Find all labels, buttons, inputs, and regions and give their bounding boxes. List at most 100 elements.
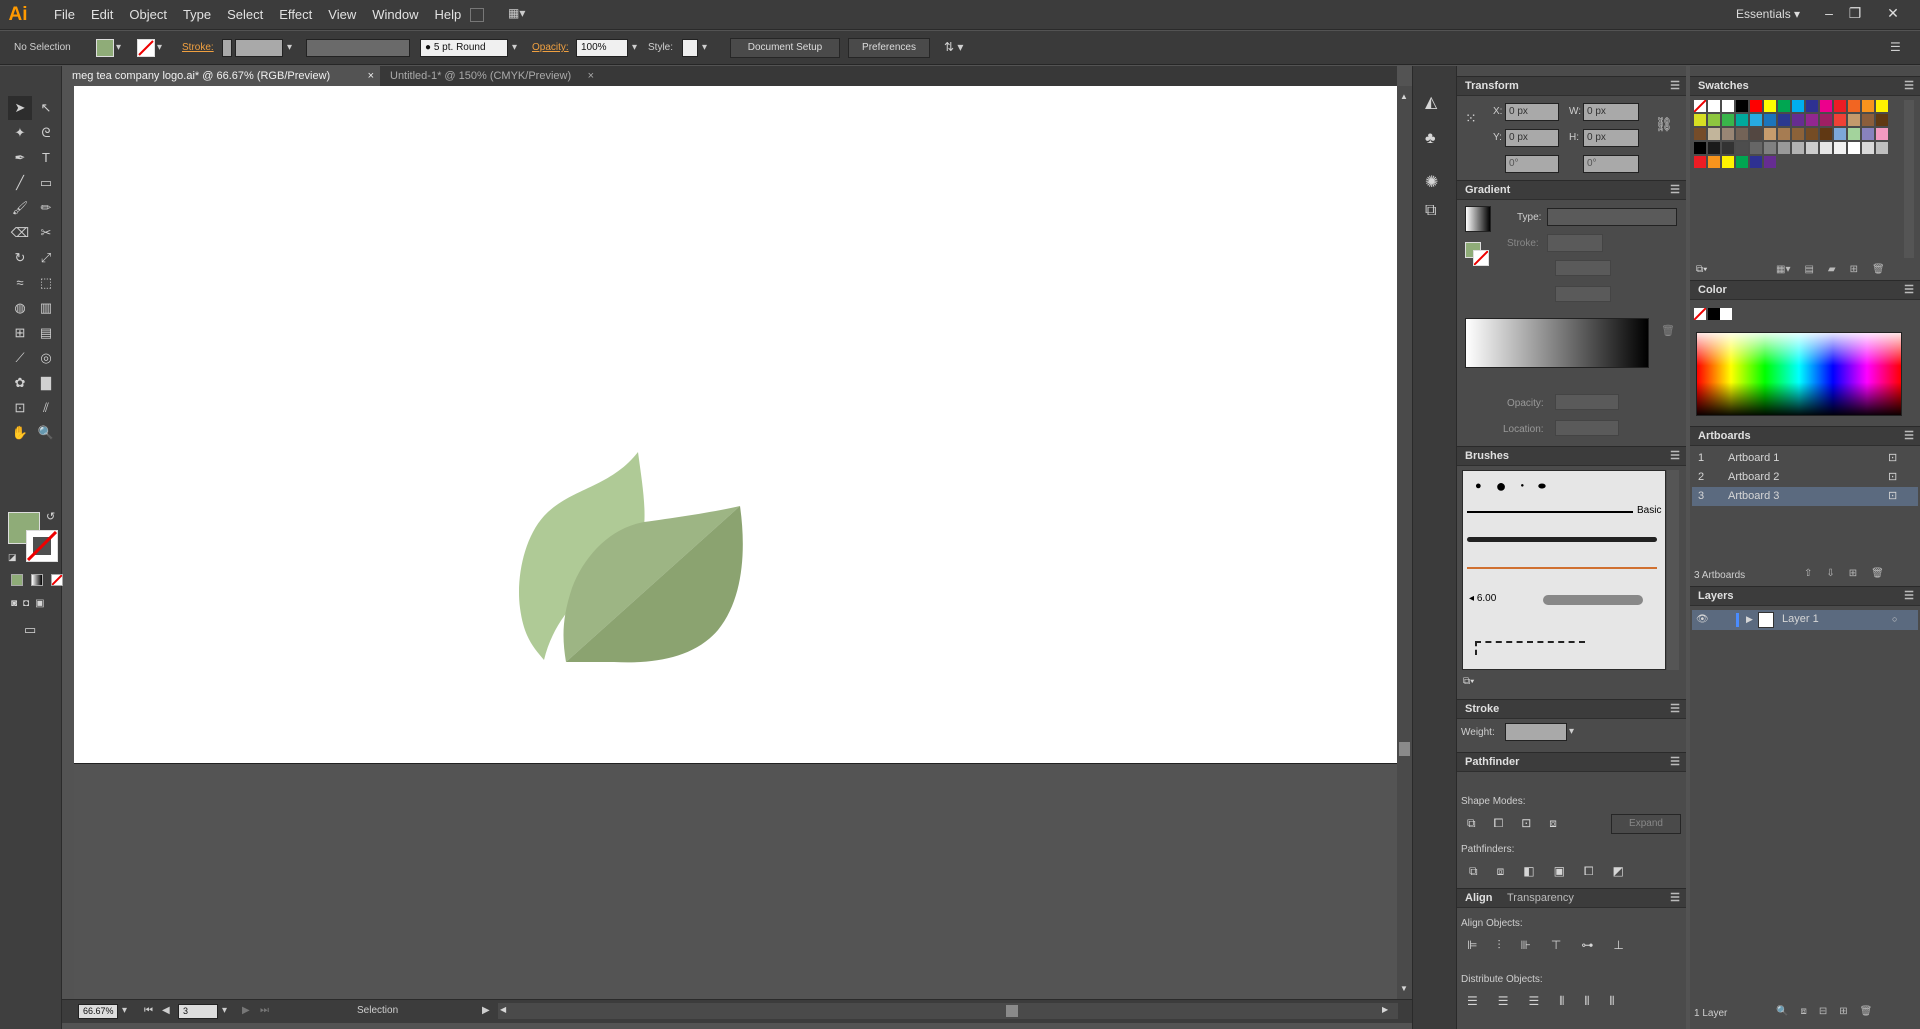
color-black-icon[interactable]: [1708, 308, 1720, 320]
close-icon[interactable]: ✕: [1880, 2, 1906, 24]
brush-dot-icon[interactable]: ●: [1475, 480, 1482, 492]
expand-triangle-icon[interactable]: ▶: [1746, 610, 1753, 629]
scale-tool-icon[interactable]: ⤢: [34, 246, 58, 270]
menu-select[interactable]: Select: [219, 0, 271, 30]
chevron-down-icon[interactable]: ▾: [116, 42, 121, 53]
color-swatch[interactable]: [1834, 100, 1846, 112]
brush-oval-icon[interactable]: ⬬: [1538, 481, 1546, 492]
panel-menu-icon[interactable]: ☰: [1890, 40, 1901, 54]
color-none-icon[interactable]: [1693, 307, 1707, 321]
stroke-weight-field[interactable]: [235, 39, 283, 57]
panel-menu-icon[interactable]: ☰: [1670, 889, 1680, 908]
previous-artboard-icon[interactable]: ◀: [162, 1005, 170, 1016]
calligraphic-brushes-row[interactable]: ● ● ● ⬬: [1463, 471, 1665, 501]
none-swatch[interactable]: [1693, 99, 1707, 113]
intersect-icon[interactable]: ⊡: [1521, 816, 1531, 831]
unite-icon[interactable]: ⧉: [1467, 816, 1476, 831]
hand-tool-icon[interactable]: ✋: [8, 421, 32, 445]
merge-icon[interactable]: ◧: [1523, 864, 1534, 879]
artboard[interactable]: [74, 86, 1397, 764]
perspective-grid-tool-icon[interactable]: ▥: [34, 296, 58, 320]
panel-menu-icon[interactable]: ☰: [1904, 427, 1914, 446]
paintbrush-tool-icon[interactable]: 🖌: [8, 196, 32, 220]
color-swatch[interactable]: [1778, 142, 1790, 154]
brushes-panel-header[interactable]: Brushes ☰: [1457, 446, 1686, 466]
graph-tool-icon[interactable]: ▇: [34, 371, 58, 395]
swatches-panel-header[interactable]: Swatches ☰: [1690, 76, 1920, 96]
chevron-down-icon[interactable]: ▾: [632, 42, 637, 53]
color-swatch[interactable]: [1694, 114, 1706, 126]
color-swatch[interactable]: [1806, 100, 1818, 112]
weight-field[interactable]: [1505, 723, 1567, 741]
eye-icon[interactable]: 👁: [1696, 610, 1709, 629]
align-panel-header[interactable]: Align Transparency ☰: [1457, 888, 1686, 908]
color-swatch[interactable]: [1778, 100, 1790, 112]
color-swatch[interactable]: [1848, 114, 1860, 126]
color-swatch[interactable]: [1694, 156, 1706, 168]
distribute-top-icon[interactable]: ☰: [1467, 994, 1478, 1009]
expand-button[interactable]: Expand: [1611, 814, 1681, 834]
arrow-brush-stroke[interactable]: [1467, 567, 1657, 569]
chevron-down-icon[interactable]: ▾: [287, 42, 292, 53]
color-swatch[interactable]: [1834, 142, 1846, 154]
gradient-slider[interactable]: [1465, 318, 1649, 368]
color-swatch[interactable]: [1848, 142, 1860, 154]
color-swatch[interactable]: [1778, 128, 1790, 140]
screen-mode-icon[interactable]: ▭: [24, 622, 36, 638]
line-tool-icon[interactable]: ╱: [8, 171, 32, 195]
color-mode-icon[interactable]: [11, 574, 23, 586]
color-swatch[interactable]: [1764, 156, 1776, 168]
type-tool-icon[interactable]: T: [34, 146, 58, 170]
x-field[interactable]: 0 px: [1505, 103, 1559, 121]
color-swatch[interactable]: [1820, 100, 1832, 112]
magic-wand-tool-icon[interactable]: ✦: [8, 121, 32, 145]
locate-object-icon[interactable]: 🔍: [1776, 1006, 1788, 1017]
zoom-field[interactable]: 66.67%: [78, 1004, 118, 1019]
gradient-tool-icon[interactable]: ▤: [34, 321, 58, 345]
draw-behind-icon[interactable]: ◘: [23, 598, 29, 609]
h-field[interactable]: 0 px: [1583, 129, 1639, 147]
artboard-number-field[interactable]: 3: [178, 1004, 218, 1019]
next-artboard-icon[interactable]: ▶: [242, 1005, 250, 1016]
workspace-switcher[interactable]: Essentials ▾: [1736, 7, 1800, 21]
swap-fill-stroke-icon[interactable]: ↺: [46, 510, 55, 523]
color-spectrum[interactable]: [1696, 332, 1902, 416]
panel-menu-icon[interactable]: ☰: [1670, 77, 1680, 96]
stroke-panel-header[interactable]: Stroke ☰: [1457, 699, 1686, 719]
swatch-options-icon[interactable]: ▤: [1804, 264, 1813, 275]
trash-icon[interactable]: 🗑: [1871, 568, 1884, 579]
color-swatch[interactable]: [1876, 114, 1888, 126]
zoom-tool-icon[interactable]: 🔍: [34, 421, 58, 445]
opacity-field[interactable]: 100%: [576, 39, 628, 57]
constrain-proportions-icon[interactable]: ⛓: [1655, 116, 1673, 133]
bridge-icon[interactable]: [470, 8, 484, 22]
new-color-group-icon[interactable]: ▰: [1828, 264, 1836, 275]
selection-tool-icon[interactable]: ➤: [8, 96, 32, 120]
color-swatch[interactable]: [1862, 114, 1874, 126]
divide-icon[interactable]: ⧉: [1469, 864, 1478, 879]
pattern-brush-stroke[interactable]: [1475, 641, 1585, 655]
pencil-tool-icon[interactable]: ✏: [34, 196, 58, 220]
artboard-options-icon[interactable]: ⊡: [1888, 449, 1897, 468]
color-swatch[interactable]: [1764, 114, 1776, 126]
color-swatch[interactable]: [1848, 100, 1860, 112]
rotate-field[interactable]: 0°: [1505, 155, 1559, 173]
color-swatch[interactable]: [1834, 128, 1846, 140]
appearance-icon[interactable]: ✺: [1425, 172, 1438, 192]
color-swatch[interactable]: [1722, 128, 1734, 140]
color-swatch[interactable]: [1834, 114, 1846, 126]
free-transform-tool-icon[interactable]: ⬚: [34, 271, 58, 295]
color-swatch[interactable]: [1792, 100, 1804, 112]
blend-tool-icon[interactable]: ◎: [34, 346, 58, 370]
color-swatch[interactable]: [1736, 128, 1748, 140]
color-swatch[interactable]: [1862, 142, 1874, 154]
opacity-label[interactable]: Opacity:: [532, 42, 569, 53]
color-swatch[interactable]: [1764, 100, 1776, 112]
swatches-scrollbar[interactable]: [1904, 100, 1914, 258]
color-swatch[interactable]: [1736, 156, 1748, 168]
color-swatch[interactable]: [1848, 128, 1860, 140]
color-swatch[interactable]: [1708, 156, 1720, 168]
chevron-down-icon[interactable]: ▾: [122, 1005, 127, 1016]
chevron-down-icon[interactable]: ▾: [702, 42, 707, 53]
draw-normal-icon[interactable]: ◙: [11, 598, 17, 609]
